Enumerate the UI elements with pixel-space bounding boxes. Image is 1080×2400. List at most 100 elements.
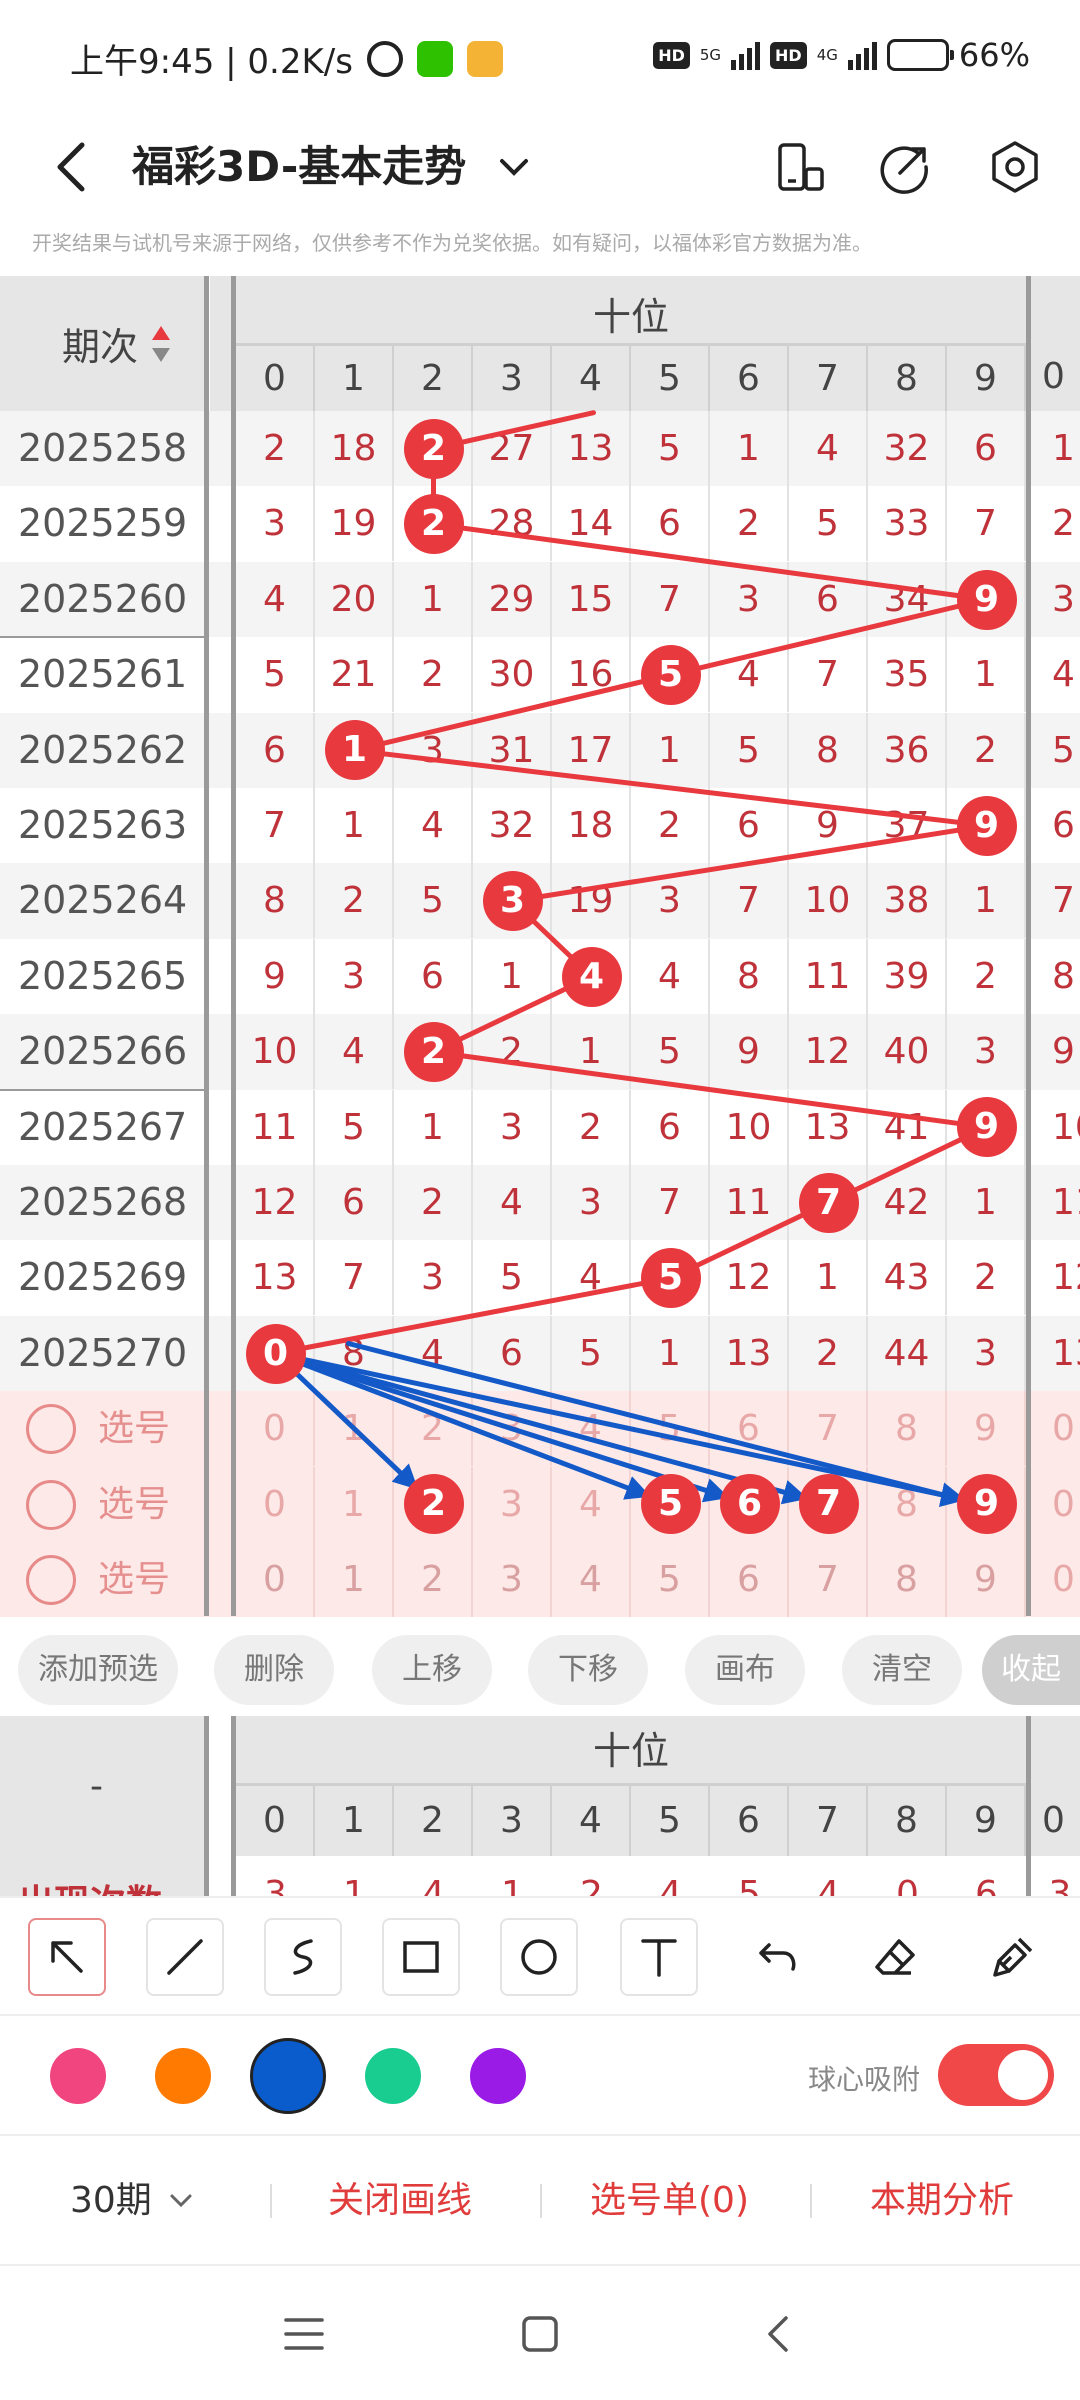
color-swatch-purple[interactable] — [470, 2048, 526, 2104]
pick-cell[interactable]: 0 — [236, 1391, 315, 1467]
omission-cell: 28 — [473, 486, 552, 562]
picked-ball[interactable]: 6 — [719, 1474, 780, 1535]
collapse-button[interactable]: 收起 — [982, 1635, 1080, 1705]
line-tool[interactable] — [146, 1918, 224, 1996]
pick-cell[interactable]: 0 — [236, 1542, 315, 1617]
text-tool[interactable] — [620, 1918, 698, 1996]
canvas-plus-button[interactable]: 画布+ — [685, 1635, 805, 1757]
color-swatch-blue[interactable] — [250, 2038, 326, 2114]
period-header[interactable]: 期次 — [0, 276, 204, 411]
pick-cell[interactable]: 3 — [473, 1391, 552, 1467]
pick-cell[interactable]: 1 — [315, 1466, 394, 1542]
occurrence-label: 出现次数 — [18, 1874, 162, 1896]
picked-ball[interactable]: 9 — [956, 1474, 1017, 1535]
move-up-button[interactable]: 上移 — [372, 1635, 492, 1705]
pick-row-radio[interactable] — [26, 1479, 76, 1530]
color-swatch-pink[interactable] — [50, 2048, 106, 2104]
share-icon[interactable] — [876, 137, 936, 197]
back-button[interactable] — [40, 127, 100, 207]
trend-table[interactable]: 期次 十位 0123456789 0 202525821822713514326… — [0, 276, 1080, 1618]
stats-digit-header: 1 — [315, 1786, 394, 1856]
digit-header-3: 3 — [473, 346, 552, 411]
period-number: 2025258 — [18, 426, 188, 470]
digit-header-5: 5 — [631, 346, 710, 411]
pick-cell[interactable]: 5 — [631, 1391, 710, 1467]
pick-cell[interactable]: 4 — [552, 1542, 631, 1617]
eraser-tool[interactable] — [856, 1918, 934, 1996]
occurrence-value: 5 — [738, 1874, 761, 1896]
color-swatch-orange[interactable] — [155, 2048, 211, 2104]
pick-cell[interactable]: 8 — [868, 1466, 947, 1542]
rectangle-tool[interactable] — [382, 1918, 460, 1996]
snap-to-center-toggle[interactable] — [938, 2044, 1054, 2106]
menu-icon[interactable] — [280, 2310, 328, 2358]
home-icon[interactable] — [516, 2310, 564, 2358]
pick-cell[interactable]: 3 — [473, 1542, 552, 1617]
select-arrow-tool[interactable] — [28, 1918, 106, 1996]
next-group-cell: 11 — [1052, 1182, 1080, 1223]
clear-canvas-tool[interactable] — [974, 1918, 1052, 1996]
picked-ball[interactable]: 2 — [403, 1474, 464, 1535]
add-preselect-button[interactable]: 添加预选 — [18, 1635, 178, 1705]
delete-button[interactable]: 删除 — [214, 1635, 334, 1705]
portrait-mode-icon[interactable] — [770, 137, 830, 197]
omission-cell: 1 — [394, 1089, 473, 1165]
occurrence-value: 1 — [343, 1874, 366, 1896]
undo-tool[interactable] — [738, 1918, 816, 1996]
pick-cell[interactable]: 6 — [710, 1542, 789, 1617]
settings-icon[interactable] — [985, 137, 1045, 197]
color-swatch-green[interactable] — [365, 2048, 421, 2104]
pick-cell[interactable]: 3 — [473, 1466, 552, 1542]
next-group-cell: 6 — [1052, 805, 1075, 846]
pick-cell[interactable]: 9 — [947, 1391, 1026, 1467]
pick-cell[interactable]: 5 — [631, 1542, 710, 1617]
column-divider — [204, 276, 209, 1616]
pick-row[interactable]: 选号01234567890 — [0, 1466, 1080, 1542]
pick-row-radio[interactable] — [26, 1404, 76, 1455]
pick-cell[interactable]: 2 — [394, 1391, 473, 1467]
pick-cell[interactable]: 2 — [394, 1542, 473, 1617]
omission-cell: 3 — [947, 1315, 1026, 1391]
move-down-button[interactable]: 下移 — [528, 1635, 648, 1705]
pick-cell[interactable]: 0 — [236, 1466, 315, 1542]
picked-ball[interactable]: 7 — [798, 1474, 859, 1535]
table-row: 2025268126243711742111 — [0, 1165, 1080, 1241]
separator — [270, 2184, 272, 2218]
pick-cell[interactable]: 7 — [789, 1391, 868, 1467]
omission-cell: 12 — [710, 1240, 789, 1316]
pick-cell[interactable]: 9 — [947, 1542, 1026, 1617]
pick-cell[interactable]: 1 — [315, 1391, 394, 1467]
pick-cell[interactable]: 6 — [710, 1391, 789, 1467]
close-lines-button[interactable]: 关闭画线 — [328, 2136, 472, 2266]
stats-digit-header: 4 — [552, 1786, 631, 1856]
picked-ball[interactable]: 5 — [640, 1474, 701, 1535]
omission-cell: 5 — [631, 1014, 710, 1090]
pick-next-group-cell: 0 — [1052, 1483, 1075, 1525]
period-analysis-button[interactable]: 本期分析 — [870, 2136, 1014, 2266]
stats-digit-header: 5 — [631, 1786, 710, 1856]
back-nav-icon[interactable] — [756, 2310, 804, 2358]
network-4g: 4G — [816, 45, 838, 64]
freehand-tool[interactable] — [264, 1918, 342, 1996]
pick-row[interactable]: 选号01234567890 — [0, 1391, 1080, 1467]
pick-cell[interactable]: 1 — [315, 1542, 394, 1617]
omission-cell: 6 — [315, 1165, 394, 1240]
circle-tool[interactable] — [500, 1918, 578, 1996]
stats-digit-header: 8 — [868, 1786, 947, 1856]
clear-button[interactable]: 清空 — [842, 1635, 962, 1705]
pick-list-button[interactable]: 选号单(0) — [590, 2136, 749, 2266]
pick-cell[interactable]: 4 — [552, 1466, 631, 1542]
period-number: 2025266 — [18, 1029, 188, 1074]
pick-cell[interactable]: 8 — [868, 1542, 947, 1617]
stats-digit-header: 7 — [789, 1786, 868, 1856]
pick-row-radio[interactable] — [26, 1555, 76, 1605]
pick-cell[interactable]: 7 — [789, 1542, 868, 1617]
omission-cell: 14 — [552, 486, 631, 562]
pick-cell[interactable]: 8 — [868, 1391, 947, 1467]
omission-cell: 35 — [868, 637, 947, 713]
stats-left-label: - — [90, 1766, 103, 1807]
period-count-dropdown[interactable]: 30期 — [70, 2136, 196, 2266]
pick-row[interactable]: 选号01234567890 — [0, 1542, 1080, 1618]
pick-cell[interactable]: 4 — [552, 1391, 631, 1467]
page-title-dropdown[interactable]: 福彩3D-基本走势 — [132, 127, 534, 207]
